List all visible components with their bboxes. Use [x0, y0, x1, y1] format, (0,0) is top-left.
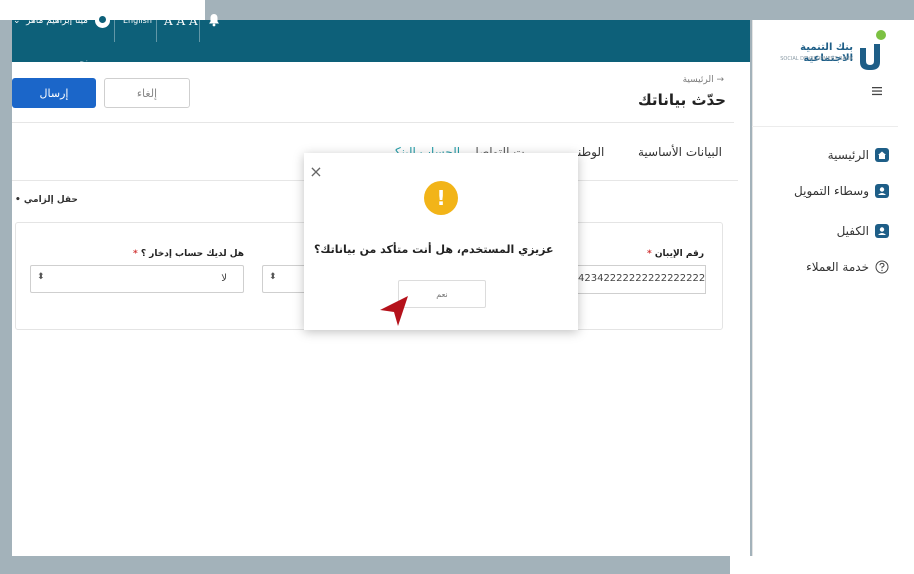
warning-icon: ! — [424, 181, 458, 215]
close-icon[interactable]: × — [306, 162, 326, 182]
pointer-arrow-icon — [380, 296, 408, 326]
dialog-message: عزيزي المستخدم، هل أنت متأكد من بياناتك؟ — [314, 243, 554, 256]
background-panel — [730, 556, 914, 574]
